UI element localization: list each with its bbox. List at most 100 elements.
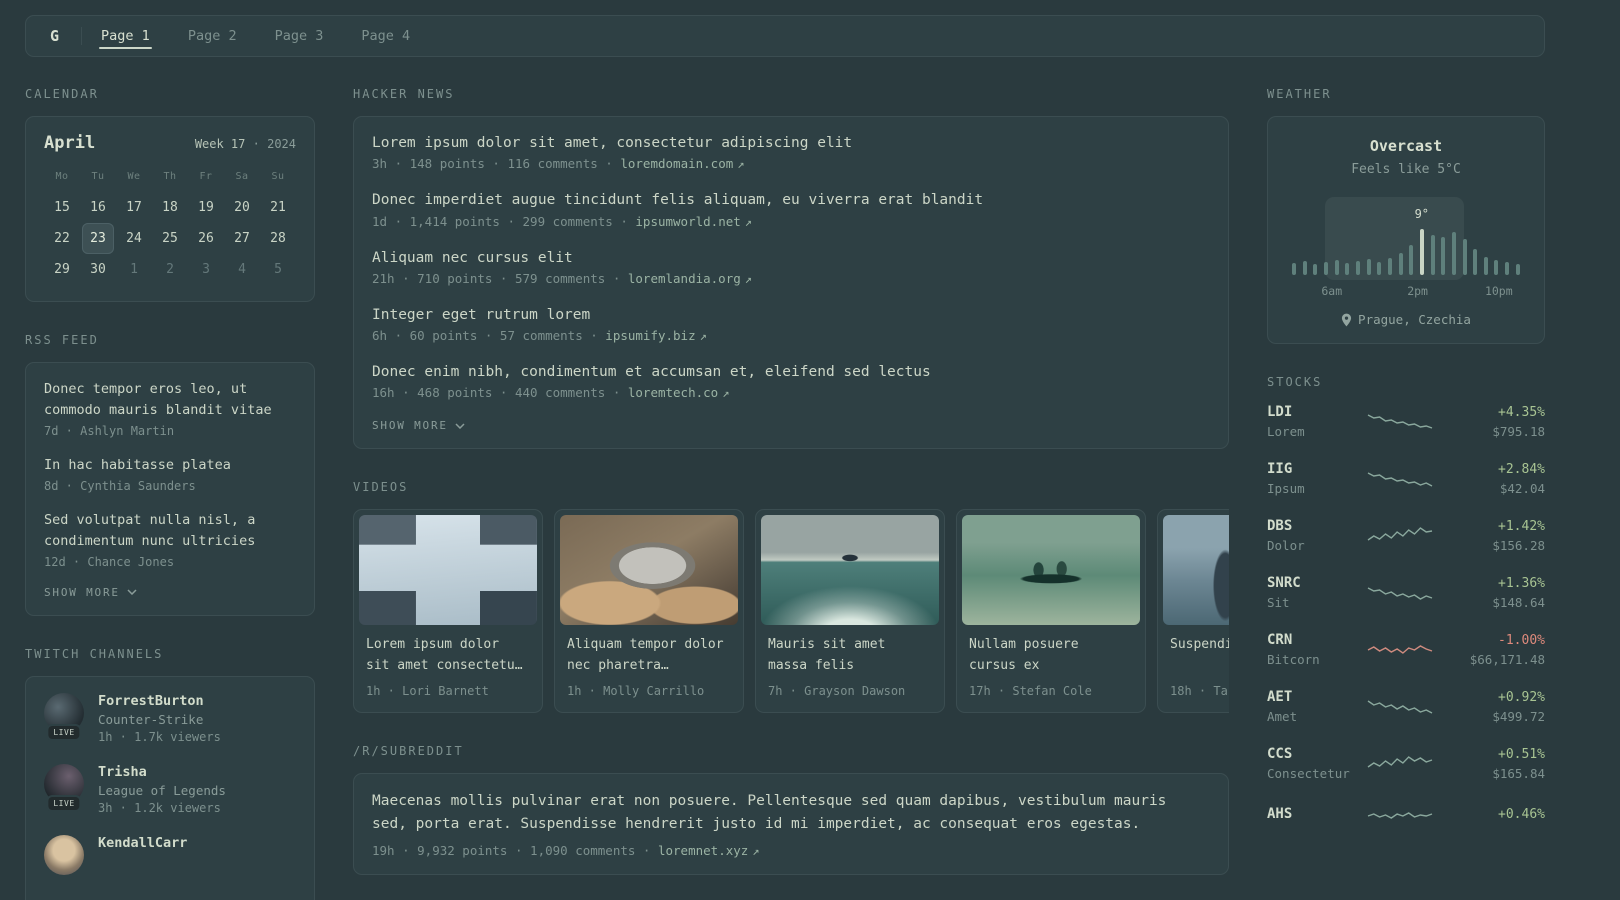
weather-card: Overcast Feels like 5°C 9° 6am 2pm 10pm Pr… xyxy=(1267,116,1545,344)
hn-story-title[interactable]: Lorem ipsum dolor sit amet, consectetur … xyxy=(372,133,1210,153)
stock-row[interactable]: LDI Lorem +4.35% $795.18 xyxy=(1267,404,1545,439)
hn-story-domain[interactable]: loremdomain.com xyxy=(620,156,733,171)
twitch-widget: TWITCH CHANNELS LIVE ForrestBurton Counter… xyxy=(25,647,315,900)
weather-hour-bar xyxy=(1473,249,1478,275)
stock-info: IIG Ipsum xyxy=(1267,461,1351,496)
hn-story-domain[interactable]: ipsumify.biz xyxy=(605,328,695,343)
video-card: Aliquam tempor dolor nec pharetra… 1h · M… xyxy=(554,509,744,714)
tab-page-2[interactable]: Page 2 xyxy=(169,16,256,56)
video-title[interactable]: Nullam posuere cursus ex xyxy=(969,635,1133,676)
stock-price: $795.18 xyxy=(1492,423,1545,439)
channel-meta: 1h · 1.7k viewers xyxy=(98,729,221,744)
twitch-channel-row: LIVE ForrestBurton Counter-Strike 1h · 1.7k… xyxy=(44,692,296,744)
calendar-day-header: We xyxy=(127,171,141,182)
hn-story-meta: 3h · 148 points · 116 comments · loremdo… xyxy=(372,156,1210,171)
stock-sparkline xyxy=(1367,699,1433,714)
show-more-label: SHOW MORE xyxy=(372,419,448,433)
stock-values: +0.51% $165.84 xyxy=(1449,747,1545,781)
video-thumbnail[interactable] xyxy=(1163,515,1229,626)
hn-story-domain[interactable]: loremtech.co xyxy=(628,385,718,400)
calendar-day-header: Su xyxy=(271,171,285,182)
calendar-header: April Week 17 · 2024 xyxy=(44,133,296,153)
video-title[interactable]: Mauris sit amet massa felis xyxy=(768,635,932,676)
stocks-section-title: STOCKS xyxy=(1267,375,1323,389)
rss-item-title[interactable]: In hac habitasse platea xyxy=(44,455,296,476)
hn-story-meta: 21h · 710 points · 579 comments · loreml… xyxy=(372,271,1210,286)
rss-item: In hac habitasse platea 8d · Cynthia Saun… xyxy=(44,455,296,493)
stock-row[interactable]: AHS +0.46% xyxy=(1267,803,1545,829)
subreddit-widget: /R/SUBREDDIT Maecenas mollis pulvinar er… xyxy=(353,744,1229,876)
stock-info: LDI Lorem xyxy=(1267,404,1351,439)
rss-show-more-button[interactable]: SHOW MORE xyxy=(44,586,296,599)
video-thumbnail[interactable] xyxy=(761,515,939,626)
stock-price: $148.64 xyxy=(1492,594,1545,610)
stock-row[interactable]: IIG Ipsum +2.84% $42.04 xyxy=(1267,461,1545,496)
rss-item-title[interactable]: Donec tempor eros leo, ut commodo mauris… xyxy=(44,379,296,421)
tab-page-3[interactable]: Page 3 xyxy=(256,16,343,56)
video-thumbnail[interactable] xyxy=(359,515,537,626)
hackernews-show-more-button[interactable]: SHOW MORE xyxy=(372,419,1210,432)
tab-page-4[interactable]: Page 4 xyxy=(342,16,429,56)
stock-name: Lorem xyxy=(1267,424,1305,439)
channel-name[interactable]: ForrestBurton xyxy=(98,693,221,709)
hn-story-title[interactable]: Donec enim nibh, condimentum et accumsan… xyxy=(372,362,1210,382)
weather-hour-bar xyxy=(1462,239,1467,275)
weather-hour-bar xyxy=(1398,253,1403,275)
weather-hour-bar xyxy=(1430,235,1435,275)
video-title[interactable]: Aliquam tempor dolor nec pharetra… xyxy=(567,635,731,676)
stock-change: +1.42% xyxy=(1498,518,1545,534)
stock-row[interactable]: CCS Consectetur +0.51% $165.84 xyxy=(1267,746,1545,781)
channel-game: Counter-Strike xyxy=(98,711,204,727)
video-thumbnail[interactable] xyxy=(962,515,1140,626)
stock-change: -1.00% xyxy=(1498,632,1545,648)
videos-section-title: VIDEOS xyxy=(353,480,409,495)
stock-sparkline xyxy=(1367,644,1433,654)
channel-avatar[interactable]: LIVE xyxy=(44,692,84,739)
stock-row[interactable]: AET Amet +0.92% $499.72 xyxy=(1267,689,1545,724)
hn-story-title[interactable]: Donec imperdiet augue tincidunt felis al… xyxy=(372,190,1210,210)
stock-row[interactable]: DBS Dolor +1.42% $156.28 xyxy=(1267,518,1545,553)
weather-hour-bar xyxy=(1515,264,1520,275)
channel-avatar[interactable] xyxy=(44,834,84,875)
calendar-day: 26 xyxy=(198,231,214,246)
stock-row[interactable]: CRN Bitcorn -1.00% $66,171.48 xyxy=(1267,632,1545,667)
hackernews-widget: HACKER NEWS Lorem ipsum dolor sit amet, … xyxy=(353,87,1229,450)
stock-values: +1.42% $156.28 xyxy=(1449,519,1545,553)
video-title[interactable]: Suspendisse diam xyxy=(1170,635,1229,676)
twitch-card: LIVE ForrestBurton Counter-Strike 1h · 1.7k… xyxy=(25,675,315,900)
channel-info: ForrestBurton Counter-Strike 1h · 1.7k vie… xyxy=(98,693,221,744)
rss-item-meta: 8d · Cynthia Saunders xyxy=(44,478,196,493)
video-card: Nullam posuere cursus ex 17h · Stefan Col… xyxy=(956,509,1146,714)
external-link-icon: ↗ xyxy=(722,386,730,401)
channel-avatar[interactable]: LIVE xyxy=(44,763,84,810)
stock-row[interactable]: SNRC Sit +1.36% $148.64 xyxy=(1267,575,1545,610)
stocks-list: LDI Lorem +4.35% $795.18 IIG Ipsum +2.84% $42.0… xyxy=(1267,404,1545,829)
stock-symbol: SNRC xyxy=(1267,575,1301,591)
video-thumbnail[interactable] xyxy=(560,515,738,626)
hn-story-title[interactable]: Integer eget rutrum lorem xyxy=(372,305,1210,325)
channel-name[interactable]: KendallCarr xyxy=(98,835,187,851)
hn-story-title[interactable]: Aliquam nec cursus elit xyxy=(372,248,1210,268)
twitch-channel-row: LIVE Trisha League of Legends 3h · 1.2k vie… xyxy=(44,763,296,815)
calendar-day-selected: 23 xyxy=(82,223,114,254)
stock-symbol: DBS xyxy=(1267,518,1293,534)
post-domain[interactable]: loremnet.xyz xyxy=(658,843,748,858)
rss-item-title[interactable]: Sed volutpat nulla nisl, a condimentum n… xyxy=(44,510,296,552)
hn-story-domain[interactable]: ipsumworld.net xyxy=(635,214,740,229)
hn-story-meta: 1d · 1,414 points · 299 comments · ipsum… xyxy=(372,214,1210,229)
channel-name[interactable]: Trisha xyxy=(98,764,226,780)
stock-values: -1.00% $66,171.48 xyxy=(1449,633,1545,667)
hn-story-domain[interactable]: loremlandia.org xyxy=(628,271,741,286)
stock-price: $156.28 xyxy=(1492,537,1545,553)
logo[interactable]: G xyxy=(50,27,83,45)
tab-page-1[interactable]: Page 1 xyxy=(82,16,169,56)
stock-info: AET Amet xyxy=(1267,689,1351,724)
left-column: CALENDAR April Week 17 · 2024 Mo Tu We Th Fr… xyxy=(25,87,315,900)
calendar-day-header: Th xyxy=(163,171,177,182)
dashboard-columns: CALENDAR April Week 17 · 2024 Mo Tu We Th Fr… xyxy=(25,87,1545,900)
weather-hour-bar xyxy=(1292,263,1296,275)
calendar-day: 29 xyxy=(54,262,70,277)
post-text[interactable]: Maecenas mollis pulvinar erat non posuer… xyxy=(372,790,1210,835)
video-title[interactable]: Lorem ipsum dolor sit amet consectetu… xyxy=(366,635,530,676)
stocks-widget: STOCKS LDI Lorem +4.35% $795.18 IIG Ipsum +2.8… xyxy=(1267,375,1545,829)
